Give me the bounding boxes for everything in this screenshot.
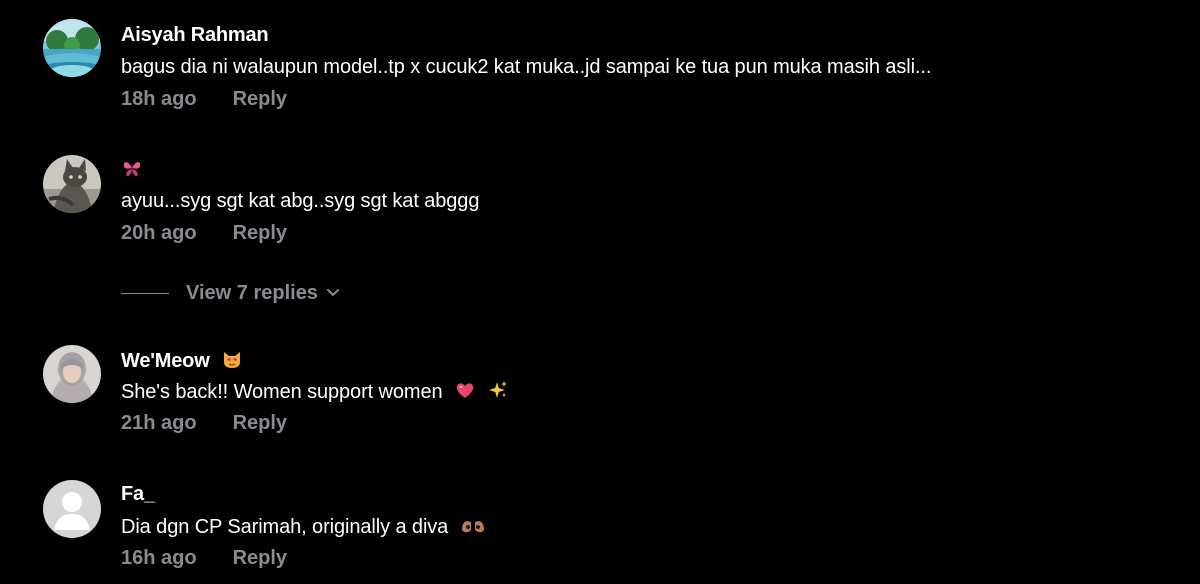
comment-time: 16h ago [121,547,197,569]
reply-button[interactable]: Reply [233,222,287,245]
hands-icon [461,521,484,533]
comment-text: bagus dia ni walaupun model..tp x cucuk2… [121,56,932,78]
replies-divider-line [121,292,169,294]
comment-meta: 18h ago Reply [121,88,287,111]
comment-username[interactable]: We'Meow [121,348,243,373]
cat-face-icon [223,352,240,368]
view-replies-label: View 7 replies [186,281,318,304]
avatar[interactable] [43,345,101,403]
comment-meta: 20h ago Reply [121,222,287,245]
comment-text-content: Dia dgn CP Sarimah, originally a diva [121,516,449,538]
avatar[interactable] [43,480,101,538]
comment-text: She's back!! Women support women [121,379,509,404]
comment-time: 21h ago [121,412,197,434]
heart-icon [456,383,474,398]
comment-meta: 21h ago Reply [121,412,287,435]
comment-text: ayuu...syg sgt kat abg..syg sgt kat abgg… [121,190,480,212]
comment-meta: 16h ago Reply [121,547,287,570]
avatar[interactable] [43,155,101,213]
reply-button[interactable]: Reply [233,547,287,570]
view-replies-button[interactable]: View 7 replies [121,281,340,305]
avatar[interactable] [43,19,101,77]
comment-time: 20h ago [121,222,197,244]
cat-avatar-image [43,155,101,213]
default-avatar-image [43,480,101,538]
butterfly-icon [123,162,141,177]
comment-username-text: We'Meow [121,350,210,372]
comment-text: Dia dgn CP Sarimah, originally a diva [121,514,486,539]
reply-button[interactable]: Reply [233,88,287,111]
person-hijab-avatar-image [43,345,101,403]
sparkles-icon [489,381,508,398]
reply-button[interactable]: Reply [233,412,287,435]
comment-username[interactable]: Fa_ [121,483,155,506]
comment-time: 18h ago [121,88,197,110]
chevron-down-icon [326,289,339,296]
comment-text-content: She's back!! Women support women [121,381,443,403]
comment-username[interactable] [121,157,143,181]
comment-username[interactable]: Aisyah Rahman [121,24,269,47]
landscape-avatar-image [43,19,101,77]
